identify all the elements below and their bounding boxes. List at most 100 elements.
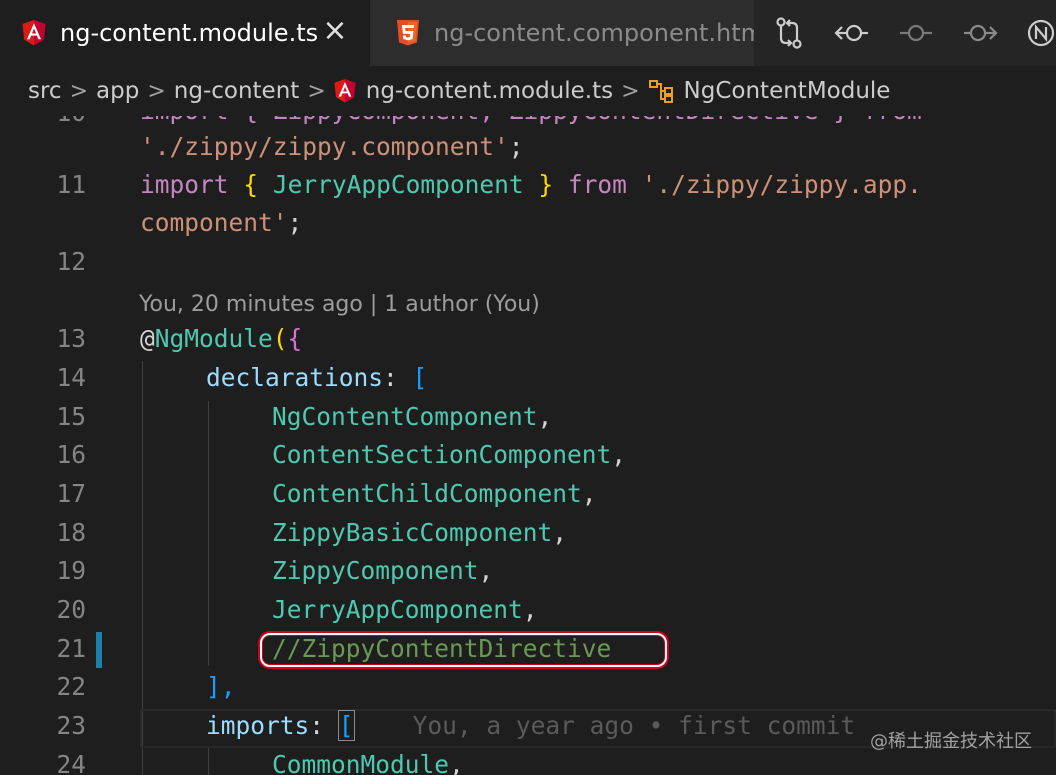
- chevron-right-icon: >: [69, 78, 89, 104]
- code-editor[interactable]: 10 11 12 13 14 15 16 17 18 19 20 21 22 2…: [0, 116, 1056, 775]
- tab-ng-content-component-html[interactable]: ng-content.component.htm: [370, 0, 754, 66]
- token: (: [272, 324, 288, 353]
- code-line-10-wrap: './zippy/zippy.component';: [140, 132, 524, 161]
- breadcrumb: src > app > ng-content > ng-content.modu…: [0, 66, 1056, 116]
- line-number: 14: [56, 363, 86, 392]
- code-line-24: CommonModule,: [272, 750, 464, 775]
- code-line-15: NgContentComponent,: [272, 402, 552, 431]
- code-line-14: declarations: [: [206, 363, 427, 392]
- breadcrumb-item-src[interactable]: src: [28, 78, 62, 104]
- chevron-right-icon: >: [621, 78, 640, 104]
- code-line-11-wrap: component';: [140, 208, 302, 237]
- line-number: 18: [56, 518, 86, 547]
- line-number: 15: [56, 402, 86, 431]
- token-class: ZippyBasicComponent: [272, 518, 553, 547]
- line-number: 19: [56, 556, 86, 585]
- line-number: 24: [56, 750, 86, 775]
- token: ,: [537, 402, 553, 431]
- line-number: 20: [56, 595, 86, 624]
- token: ;: [287, 208, 303, 237]
- token-keyword: import: [140, 170, 229, 199]
- token-class: JerryAppComponent: [272, 170, 524, 199]
- codelens-author[interactable]: You, 20 minutes ago | 1 author (You): [139, 292, 540, 317]
- token-class: JerryAppComponent: [272, 595, 523, 624]
- chevron-right-icon: >: [147, 78, 166, 104]
- token: {: [243, 170, 259, 199]
- chevron-right-icon: >: [307, 78, 326, 104]
- token-string: component': [140, 208, 288, 237]
- breadcrumb-item-ng-content[interactable]: ng-content: [174, 78, 300, 104]
- token-property: declarations: [206, 363, 384, 392]
- code-line-10: import { ZippyComponent, ZippyContentDir…: [140, 116, 922, 125]
- breadcrumb-item-symbol[interactable]: NgContentModule: [684, 78, 891, 104]
- angular-icon: [334, 79, 356, 103]
- go-forward-icon[interactable]: [962, 15, 998, 51]
- git-commit-icon[interactable]: [898, 15, 934, 51]
- token-bracket-match: [: [337, 710, 355, 741]
- angular-icon: [22, 20, 46, 46]
- line-number: 22: [56, 672, 86, 701]
- breadcrumb-item-file[interactable]: ng-content.module.ts: [366, 78, 613, 104]
- token-class: ContentSectionComponent: [272, 440, 612, 469]
- line-number: 13: [56, 324, 86, 353]
- token-property: imports: [206, 711, 310, 740]
- token: ,: [522, 595, 538, 624]
- line-number: 21: [56, 634, 86, 663]
- breadcrumb-item-app[interactable]: app: [96, 78, 139, 104]
- token-comment: //ZippyContentDirective: [272, 634, 612, 663]
- inline-blame: You, a year ago • first commit: [412, 711, 856, 740]
- token: {: [287, 324, 303, 353]
- git-modified-indicator: [96, 632, 102, 668]
- token: import { ZippyComponent, ZippyContentDir…: [140, 116, 922, 125]
- token: ,: [581, 479, 597, 508]
- code-line-20: JerryAppComponent,: [272, 595, 538, 624]
- line-number: 12: [56, 247, 86, 276]
- line-number: 16: [56, 440, 86, 469]
- token: @: [140, 324, 155, 353]
- html5-icon: [397, 20, 419, 46]
- token: ],: [206, 672, 236, 701]
- code-line-17: ContentChildComponent,: [272, 479, 597, 508]
- token: :: [309, 711, 325, 740]
- line-number: 23: [56, 711, 86, 740]
- code-line-11: import { JerryAppComponent } from './zip…: [140, 170, 922, 199]
- code-line-18: ZippyBasicComponent,: [272, 518, 567, 547]
- token: [: [412, 363, 428, 392]
- tab-label: ng-content.component.htm: [434, 19, 754, 47]
- code-line-22: ],: [206, 672, 236, 701]
- token-keyword: from: [567, 170, 627, 199]
- token: ;: [508, 132, 524, 161]
- token: ,: [552, 518, 568, 547]
- indent-guide: [208, 748, 209, 775]
- code-line-19: ZippyComponent,: [272, 556, 493, 585]
- token: :: [383, 363, 398, 392]
- go-back-icon[interactable]: [834, 15, 870, 51]
- token-decorator: NgModule: [154, 324, 273, 353]
- tab-label: ng-content.module.ts: [60, 19, 319, 47]
- token-string: './zippy/zippy.app.: [641, 170, 922, 199]
- close-icon[interactable]: ×: [320, 16, 350, 46]
- token-class: ZippyComponent: [272, 556, 479, 585]
- tab-ng-content-module[interactable]: ng-content.module.ts ×: [0, 0, 370, 66]
- line-number: 10: [0, 116, 86, 127]
- code-line-21: //ZippyContentDirective: [272, 634, 611, 663]
- token-class: ContentChildComponent: [272, 479, 582, 508]
- tab-bar: ng-content.module.ts × ng-content.compon…: [0, 0, 1056, 66]
- git-compare-icon[interactable]: [772, 15, 806, 51]
- code-line-23: imports: [ You, a year ago • first commi…: [206, 710, 856, 741]
- token: ,: [611, 440, 627, 469]
- code-line-13: @NgModule({: [140, 324, 302, 353]
- watermark: @稀土掘金技术社区: [870, 731, 1032, 752]
- indent-guide: [208, 401, 209, 666]
- token-string: './zippy/zippy.component': [140, 132, 509, 161]
- more-icon[interactable]: [1026, 15, 1056, 51]
- token: ,: [478, 556, 494, 585]
- token-class: CommonModule: [272, 750, 450, 775]
- line-number: 11: [56, 170, 86, 199]
- line-number: 17: [56, 479, 86, 508]
- token-class: NgContentComponent: [272, 402, 538, 431]
- code-line-16: ContentSectionComponent,: [272, 440, 626, 469]
- token: }: [538, 170, 554, 199]
- token: ,: [449, 750, 464, 775]
- editor-actions: [754, 0, 1056, 66]
